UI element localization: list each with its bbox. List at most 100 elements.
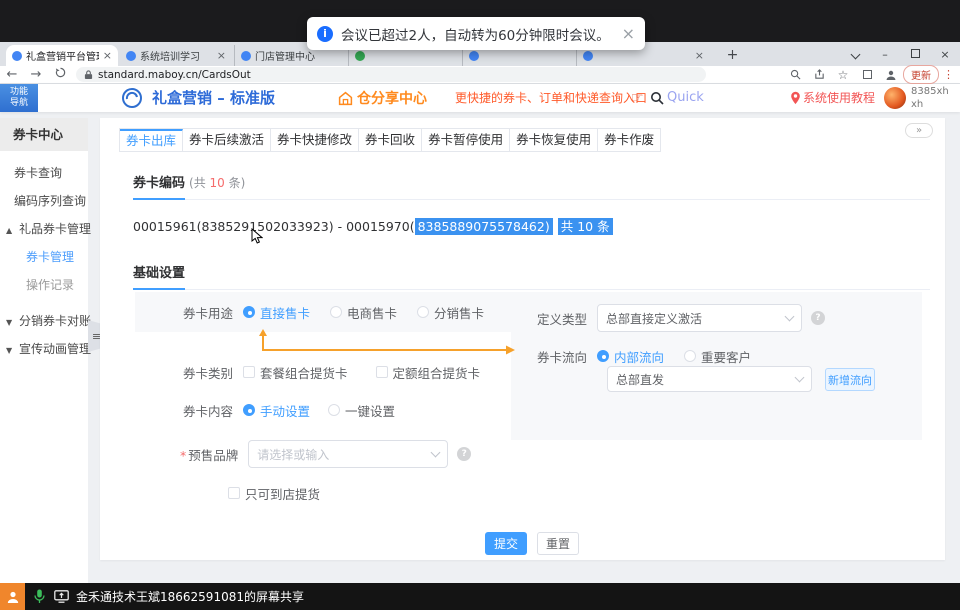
notification-close-icon[interactable]: × [622,26,635,42]
lock-icon [84,70,93,80]
category-row: 券卡类别 套餐组合提货卡 定额组合提货卡 [183,359,480,385]
tab-favicon-icon [241,51,251,61]
address-bar[interactable]: standard.maboy.cn/CardsOut [76,67,706,82]
collapse-panel-button[interactable]: » [905,123,933,138]
checkbox-store-pickup-only[interactable]: 只可到店提货 [228,484,320,503]
tab-quick-modify[interactable]: 券卡快捷修改 [271,129,359,151]
browser-tab[interactable]: 系统培训学习 × [120,45,232,66]
define-type-label: 定义类型 [537,309,587,328]
quick-search-label[interactable]: Quick [667,84,704,112]
chevron-down-icon [795,372,805,382]
main-panel: » 券卡出库 券卡后续激活 券卡快捷修改 券卡回收 券卡暂停使用 券卡恢复使用 … [100,118,945,560]
location-pin-icon [790,91,801,108]
radio-distribution-sale[interactable]: 分销售卡 [417,303,484,322]
radio-important-customer[interactable]: 重要客户 [684,347,751,366]
sidebar-item-code-sequence-query[interactable]: 编码序列查询 [0,187,88,215]
back-icon[interactable]: ← [0,67,24,82]
radio-manual-setup[interactable]: 手动设置 [243,401,310,420]
submit-button[interactable]: 提交 [485,532,527,555]
tab-suspend[interactable]: 券卡暂停使用 [422,129,510,151]
browser-update-button[interactable]: 更新 [903,65,939,84]
window-controls: – × [840,42,960,66]
maximize-icon[interactable] [900,48,930,61]
browser-toolbar: ← → standard.maboy.cn/CardsOut ☆ 更新 ⋮ [0,66,960,84]
settings-section-header: 基础设置 [133,262,930,290]
checkbox-package-combo-card[interactable]: 套餐组合提货卡 [243,363,348,382]
add-flow-button[interactable]: 新增流向 [825,368,875,391]
share-icon[interactable] [807,69,831,80]
flow-value: 总部直发 [616,371,796,388]
bookmark-star-icon[interactable]: ☆ [831,68,855,82]
radio-direct-sale[interactable]: 直接售卡 [243,303,310,322]
tab-close-icon[interactable]: × [103,49,112,62]
content-label: 券卡内容 [183,401,233,420]
user-avatar[interactable] [884,87,906,109]
sidebar-item-label: 宣传动画管理 [19,342,91,356]
triangle-up-icon: ▲ [6,226,12,235]
flow-select[interactable]: 总部直发 [607,366,812,392]
tab-title: 门店管理中心 [255,48,336,63]
question-icon: ? [457,447,471,461]
profile-icon[interactable] [879,69,903,81]
pointing-hand-icon: ☞ [631,84,644,112]
required-mark: * [180,448,186,463]
quick-entry-text: 更快捷的券卡、订单和快递查询入口 [455,84,647,112]
minimize-icon[interactable]: – [870,48,900,61]
checkbox-fixed-combo-card[interactable]: 定额组合提货卡 [376,363,481,382]
reset-button[interactable]: 重置 [537,532,579,555]
mouse-cursor-icon [251,228,263,247]
sidebar-group-promo-animation[interactable]: ▼ 宣传动画管理 [0,335,88,363]
presale-brand-select[interactable]: 请选择或输入 [248,440,448,468]
sidebar-item-card-management[interactable]: 券卡管理 [0,243,88,271]
radio-internal-flow[interactable]: 内部流向 [597,347,664,366]
define-type-select[interactable]: 总部直接定义激活 [597,304,802,332]
tab-resume[interactable]: 券卡恢复使用 [510,129,598,151]
flow-select-row: 总部直发 [607,366,812,392]
new-tab-button[interactable]: + [724,47,741,64]
store-only-row: 只可到店提货 [228,480,320,506]
sidebar-group-distribution-reconcile[interactable]: ▼ 分销券卡对账 [0,307,88,335]
zoom-icon[interactable] [783,69,807,80]
tab-close-icon[interactable]: × [217,49,226,62]
menu-more-icon[interactable]: ⋮ [943,68,954,81]
main-tabs: 券卡出库 券卡后续激活 券卡快捷修改 券卡回收 券卡暂停使用 券卡恢复使用 券卡… [119,128,661,152]
usage-row: 券卡用途 直接售卡 电商售卡 分销售卡 [183,299,484,325]
system-tutorial-link[interactable]: 系统使用教程 [803,84,875,112]
browser-tab-active[interactable]: 礼盒营销平台管理中心 × [6,45,118,66]
tab-recycle[interactable]: 券卡回收 [359,129,422,151]
sidebar-item-operation-log[interactable]: 操作记录 [0,271,88,299]
tab-search-chevron-icon[interactable] [840,48,870,61]
tab-void[interactable]: 券卡作废 [598,129,660,151]
screen-share-text: 金禾通技术王斌18662591081的屏幕共享 [76,588,304,605]
define-type-row: 定义类型 总部直接定义激活 ? [537,304,825,332]
sidebar-group-gift-card-mgmt[interactable]: ▲ 礼品券卡管理 [0,215,88,243]
user-name: 8385xh xh [911,86,949,111]
share-center-label: 仓分享中心 [357,88,427,108]
sidebar: 券卡中心 券卡查询 编码序列查询 ▲ 礼品券卡管理 券卡管理 操作记录 ▼ 分销… [0,118,88,583]
tab-followup-activate[interactable]: 券卡后续激活 [183,129,271,151]
forward-icon[interactable]: → [24,67,48,82]
close-icon[interactable]: × [930,48,960,61]
radio-ecommerce-sale[interactable]: 电商售卡 [330,303,397,322]
tab-cards-out[interactable]: 券卡出库 [120,129,183,151]
side-panel-icon[interactable] [855,70,879,79]
tab-favicon-icon [12,51,22,61]
microphone-icon[interactable] [34,589,45,604]
code-count: (共 10 条) [189,176,245,190]
define-type-value: 总部直接定义激活 [606,310,786,327]
sidebar-item-card-query[interactable]: 券卡查询 [0,159,88,187]
reload-icon[interactable] [48,67,72,82]
radio-one-click-setup[interactable]: 一键设置 [328,401,395,420]
chevron-down-icon [431,447,441,457]
url-text: standard.maboy.cn/CardsOut [98,69,251,81]
code-section-title: 券卡编码 [133,172,185,200]
app-title: 礼盒营销 – 标准版 [152,84,275,112]
user-name-sub: xh [911,99,923,110]
search-icon[interactable] [650,91,664,108]
sidebar-item-label: 操作记录 [26,278,74,292]
tab-title: 礼盒营销平台管理中心 [26,48,99,63]
share-center-link[interactable]: 仓分享中心 [338,84,427,112]
content-row: 券卡内容 手动设置 一键设置 [183,397,395,423]
tab-close-icon[interactable]: × [695,49,704,62]
function-nav-toggle[interactable]: 功能 导航 [0,84,38,112]
